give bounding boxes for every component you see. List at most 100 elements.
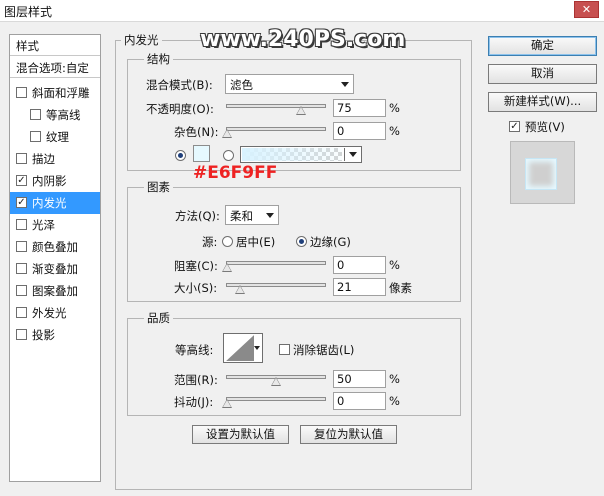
style-item-color-overlay[interactable]: 颜色叠加	[10, 236, 100, 258]
chevron-down-icon	[266, 213, 274, 218]
jitter-slider[interactable]	[226, 397, 326, 401]
size-slider-thumb[interactable]	[235, 285, 245, 294]
quality-title: 品质	[144, 310, 173, 326]
ok-button[interactable]: 确定	[488, 36, 597, 56]
range-input[interactable]: 50	[333, 370, 386, 388]
range-slider-thumb[interactable]	[271, 377, 281, 386]
structure-title: 结构	[144, 51, 173, 67]
cancel-button[interactable]: 取消	[488, 64, 597, 84]
source-center-label: 居中(E)	[236, 235, 276, 249]
close-button[interactable]: ✕	[574, 1, 599, 18]
gradient-overlay-checkbox[interactable]	[16, 263, 27, 274]
source-center-radio[interactable]	[222, 236, 233, 247]
choke-input[interactable]: 0	[333, 256, 386, 274]
preview-label: 预览(V)	[525, 120, 565, 134]
range-unit: %	[389, 372, 400, 386]
gradient-preview	[242, 148, 342, 161]
drop-shadow-checkbox[interactable]	[16, 329, 27, 340]
choke-label: 阻塞(C):	[174, 259, 218, 273]
preview-swatch	[525, 158, 557, 190]
style-item-label: 颜色叠加	[32, 240, 78, 254]
blend-mode-select[interactable]: 滤色	[225, 74, 354, 94]
style-item-drop-shadow[interactable]: 投影	[10, 324, 100, 346]
source-edge-radio[interactable]	[296, 236, 307, 247]
check-icon: ✓	[17, 175, 26, 186]
style-item-satin[interactable]: 光泽	[10, 214, 100, 236]
glow-color-swatch[interactable]	[193, 145, 210, 162]
check-icon: ✓	[17, 197, 26, 208]
jitter-slider-thumb[interactable]	[222, 399, 232, 408]
styles-list: 样式 混合选项:自定 斜面和浮雕 等高线 纹理 描边 ✓ 内阴影 ✓ 内发光 光…	[9, 34, 101, 482]
chevron-down-icon	[349, 152, 357, 157]
opacity-label: 不透明度(O):	[146, 102, 214, 116]
panel-title: 内发光	[121, 32, 162, 48]
noise-input[interactable]: 0	[333, 122, 386, 140]
style-item-label: 内阴影	[32, 174, 67, 188]
contour-checkbox[interactable]	[30, 109, 41, 120]
inner-glow-checkbox[interactable]: ✓	[16, 197, 27, 208]
color-radio[interactable]	[175, 150, 186, 161]
chevron-down-icon	[341, 82, 349, 87]
blend-mode-value: 滤色	[230, 78, 253, 92]
choke-slider[interactable]	[226, 261, 326, 265]
elements-title: 图素	[144, 179, 173, 195]
style-item-gradient-overlay[interactable]: 渐变叠加	[10, 258, 100, 280]
style-item-label: 内发光	[32, 196, 67, 210]
contour-linear-icon	[226, 335, 254, 361]
noise-slider-thumb[interactable]	[222, 129, 232, 138]
jitter-label: 抖动(J):	[174, 395, 214, 409]
preview-checkbox[interactable]: ✓	[509, 121, 520, 132]
technique-value: 柔和	[230, 209, 253, 223]
antialias-label: 消除锯齿(L)	[293, 343, 355, 357]
pattern-overlay-checkbox[interactable]	[16, 285, 27, 296]
choke-slider-thumb[interactable]	[222, 263, 232, 272]
opacity-input[interactable]: 75	[333, 99, 386, 117]
style-item-stroke[interactable]: 描边	[10, 148, 100, 170]
window-title: 图层样式	[4, 5, 53, 19]
style-item-contour[interactable]: 等高线	[10, 104, 100, 126]
color-hex-annotation: #E6F9FF	[193, 163, 278, 183]
style-item-bevel-emboss[interactable]: 斜面和浮雕	[10, 82, 100, 104]
contour-picker[interactable]	[223, 333, 263, 363]
style-item-label: 描边	[32, 152, 55, 166]
technique-label: 方法(Q):	[175, 209, 220, 223]
style-item-outer-glow[interactable]: 外发光	[10, 302, 100, 324]
size-input[interactable]: 21	[333, 278, 386, 296]
technique-select[interactable]: 柔和	[225, 205, 279, 225]
gradient-dropdown-button[interactable]	[344, 148, 360, 161]
style-item-label: 光泽	[32, 218, 55, 232]
style-item-inner-shadow[interactable]: ✓ 内阴影	[10, 170, 100, 192]
style-item-pattern-overlay[interactable]: 图案叠加	[10, 280, 100, 302]
reset-default-button[interactable]: 复位为默认值	[300, 425, 397, 444]
opacity-unit: %	[389, 101, 400, 115]
new-style-button[interactable]: 新建样式(W)...	[488, 92, 597, 112]
range-label: 范围(R):	[174, 373, 218, 387]
opacity-slider-thumb[interactable]	[296, 106, 306, 115]
style-item-inner-glow[interactable]: ✓ 内发光	[10, 192, 100, 214]
jitter-input[interactable]: 0	[333, 392, 386, 410]
texture-checkbox[interactable]	[30, 131, 41, 142]
gradient-picker[interactable]	[240, 146, 362, 163]
blending-options-item[interactable]: 混合选项:自定	[10, 57, 100, 78]
outer-glow-checkbox[interactable]	[16, 307, 27, 318]
gradient-radio[interactable]	[223, 150, 234, 161]
style-item-texture[interactable]: 纹理	[10, 126, 100, 148]
satin-checkbox[interactable]	[16, 219, 27, 230]
style-item-label: 投影	[32, 328, 55, 342]
source-edge-label: 边缘(G)	[310, 235, 351, 249]
choke-unit: %	[389, 258, 400, 272]
color-overlay-checkbox[interactable]	[16, 241, 27, 252]
style-item-label: 图案叠加	[32, 284, 78, 298]
stroke-checkbox[interactable]	[16, 153, 27, 164]
opacity-slider[interactable]	[226, 104, 326, 108]
antialias-checkbox[interactable]	[279, 344, 290, 355]
style-preview-thumbnail	[510, 141, 575, 204]
make-default-button[interactable]: 设置为默认值	[192, 425, 289, 444]
noise-slider[interactable]	[226, 127, 326, 131]
style-item-label: 外发光	[32, 306, 67, 320]
watermark: www.240PS.com	[200, 27, 406, 52]
bevel-emboss-checkbox[interactable]	[16, 87, 27, 98]
inner-shadow-checkbox[interactable]: ✓	[16, 175, 27, 186]
styles-header[interactable]: 样式	[10, 35, 100, 56]
style-item-label: 渐变叠加	[32, 262, 78, 276]
